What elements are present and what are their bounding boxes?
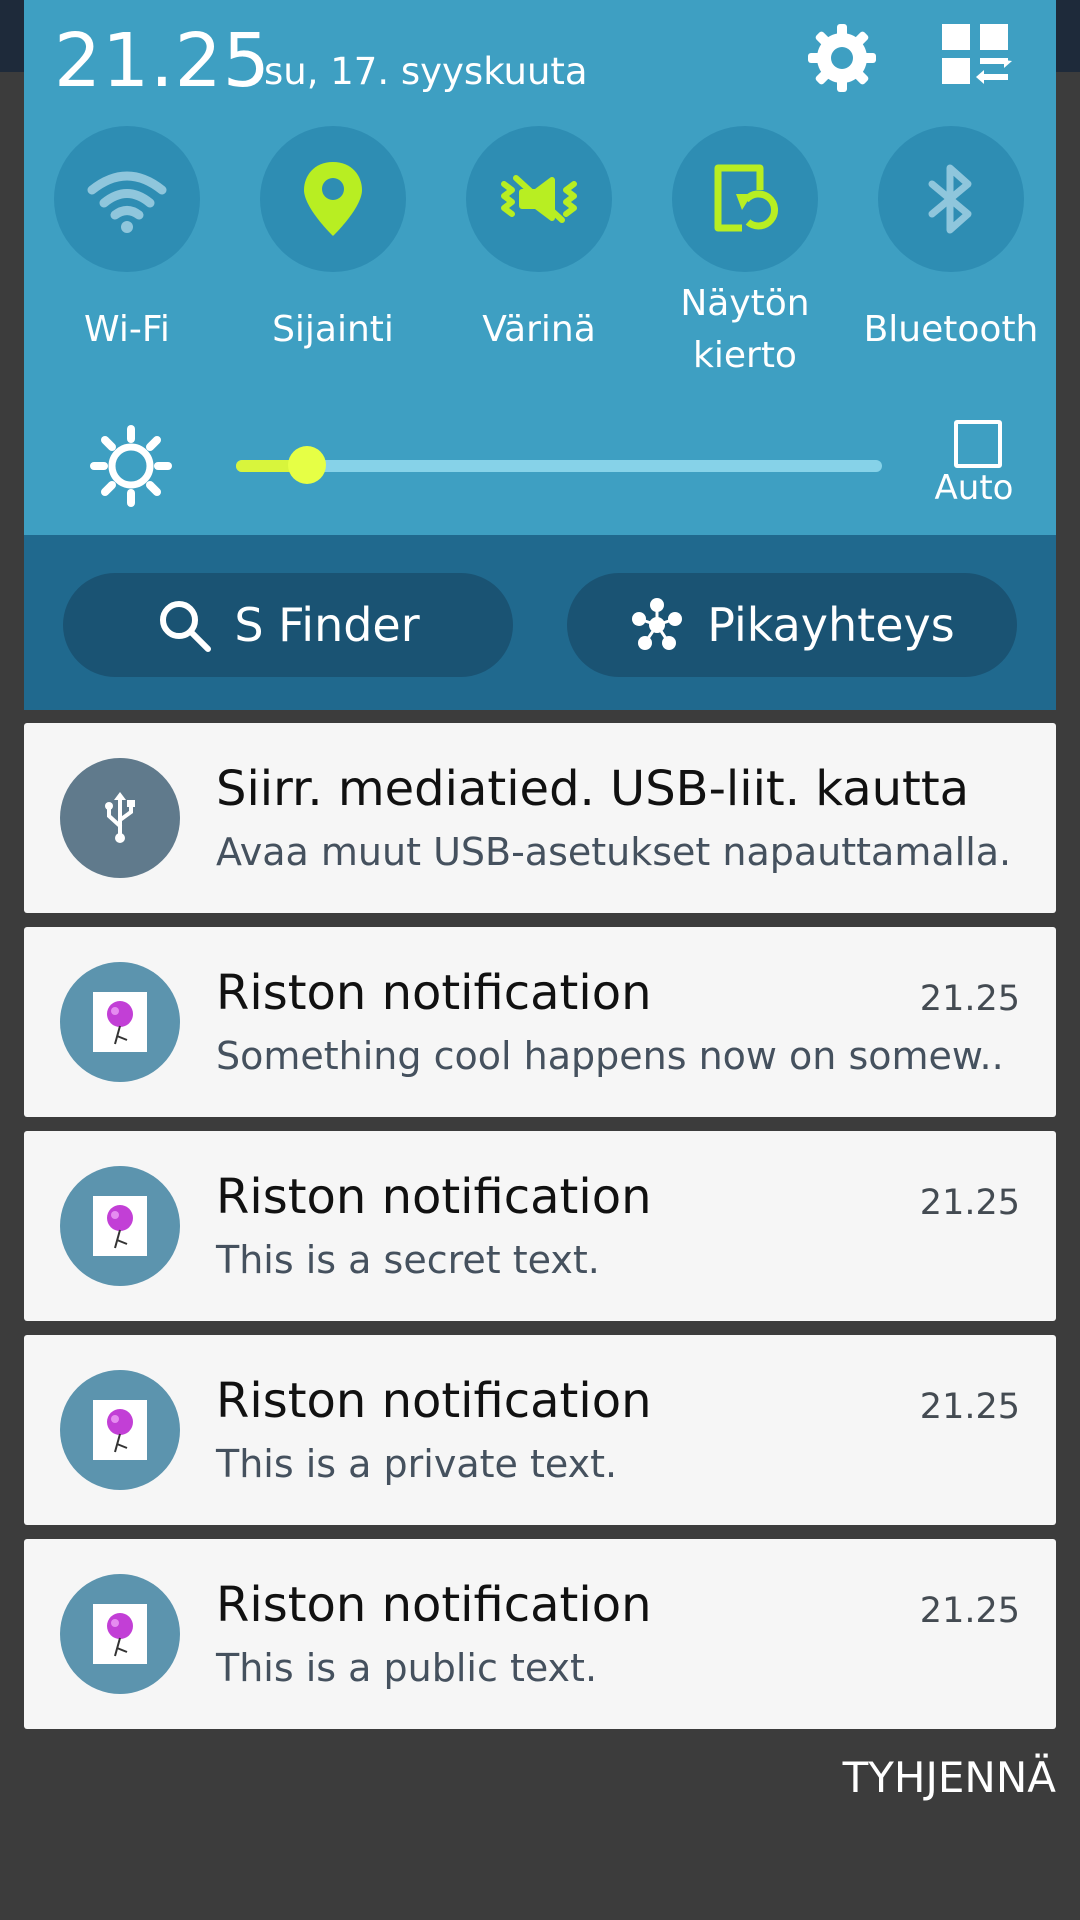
- notification-time: 21.25: [919, 1591, 1020, 1631]
- app-thumbnail-icon: [60, 1370, 180, 1490]
- notification-text: Something cool happens now on somew..: [216, 1034, 1004, 1078]
- location-pin-icon: [304, 162, 362, 236]
- settings-gear-icon[interactable]: [806, 22, 878, 94]
- app-thumbnail-icon: [60, 1574, 180, 1694]
- quick-connect-icon: [632, 598, 683, 650]
- location-label: Sijainti: [272, 309, 394, 350]
- notification-title: Riston notification: [216, 965, 652, 1021]
- auto-brightness-label: Auto: [934, 468, 1014, 508]
- wifi-label: Wi-Fi: [84, 309, 170, 350]
- location-toggle[interactable]: [260, 126, 406, 272]
- usb-icon: [60, 758, 180, 878]
- quick-connect-button[interactable]: Pikayhteys: [567, 573, 1017, 677]
- wifi-toggle[interactable]: [54, 126, 200, 272]
- edit-grid-icon[interactable]: [940, 22, 1014, 86]
- app-thumbnail-icon: [60, 962, 180, 1082]
- brightness-slider-thumb[interactable]: [288, 446, 327, 484]
- brightness-slider[interactable]: [236, 446, 882, 484]
- wifi-icon: [87, 171, 167, 233]
- notification-item[interactable]: Riston notification 21.25 This is a publ…: [24, 1539, 1056, 1729]
- bluetooth-icon: [928, 164, 972, 234]
- notification-text: This is a secret text.: [216, 1238, 600, 1282]
- notification-item[interactable]: Riston notification 21.25 Something cool…: [24, 927, 1056, 1117]
- vibrate-toggle[interactable]: [466, 126, 612, 272]
- notification-time: 21.25: [919, 1183, 1020, 1223]
- notification-text: This is a public text.: [216, 1646, 598, 1690]
- clock: 21.25: [54, 18, 271, 104]
- vibrate-icon: [501, 175, 577, 223]
- s-finder-label: S Finder: [234, 598, 420, 652]
- notification-item[interactable]: Riston notification 21.25 This is a priv…: [24, 1335, 1056, 1525]
- quick-connect-label: Pikayhteys: [707, 598, 955, 652]
- brightness-sun-icon: [90, 425, 172, 507]
- notification-time: 21.25: [919, 1387, 1020, 1427]
- notification-title: Riston notification: [216, 1169, 652, 1225]
- rotation-label-line: Näytön kierto: [680, 283, 810, 376]
- bluetooth-label: Bluetooth: [863, 309, 1039, 350]
- date: su, 17. syyskuuta: [264, 50, 588, 93]
- bluetooth-toggle[interactable]: [878, 126, 1024, 272]
- finder-bar: S Finder Pikayhteys: [24, 535, 1056, 710]
- app-thumbnail-icon: [60, 1166, 180, 1286]
- notification-time: 21.25: [919, 979, 1020, 1019]
- notification-text: Avaa muut USB-asetukset napauttamalla.: [216, 830, 1012, 874]
- screen-rotation-icon: [714, 164, 779, 232]
- search-icon: [160, 601, 212, 652]
- clear-all-button[interactable]: TYHJENNÄ: [843, 1753, 1056, 1802]
- notification-title: Siirr. mediatied. USB-liit. kautta: [216, 761, 970, 817]
- rotation-label: Näytön kierto: [645, 278, 845, 382]
- notification-item[interactable]: Riston notification 21.25 This is a secr…: [24, 1131, 1056, 1321]
- notification-text: This is a private text.: [216, 1442, 618, 1486]
- notification-usb[interactable]: Siirr. mediatied. USB-liit. kautta Avaa …: [24, 723, 1056, 913]
- s-finder-button[interactable]: S Finder: [63, 573, 513, 677]
- notification-title: Riston notification: [216, 1373, 652, 1429]
- rotation-toggle[interactable]: [672, 126, 818, 272]
- vibrate-label: Värinä: [482, 309, 596, 350]
- auto-brightness-checkbox[interactable]: [954, 420, 1002, 468]
- quick-settings-panel: 21.25 su, 17. syyskuuta Wi-Fi Sijainti V…: [24, 0, 1056, 535]
- notification-title: Riston notification: [216, 1577, 652, 1633]
